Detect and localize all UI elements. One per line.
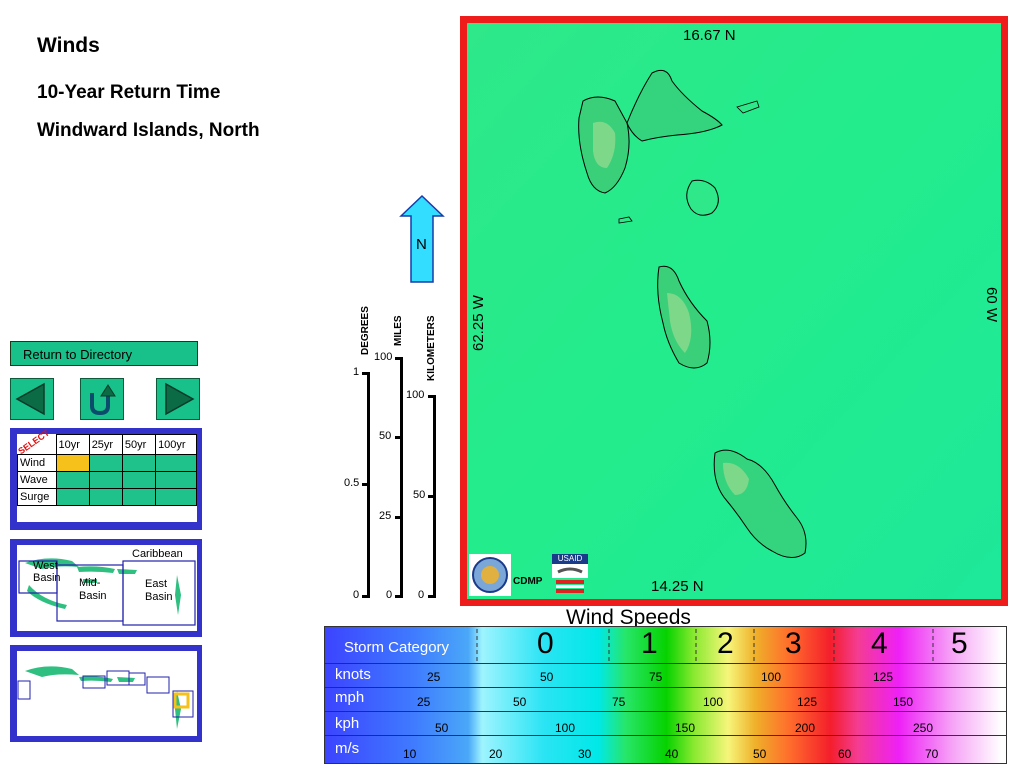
kph-label: kph (335, 715, 360, 732)
miles-tick-25: 25 (379, 510, 392, 522)
ms-label: m/s (335, 740, 360, 757)
location-map[interactable] (17, 651, 197, 736)
miles-tick-50: 50 (379, 430, 392, 442)
right-triangle-icon (165, 382, 195, 416)
cell-wind-25yr[interactable] (88, 454, 123, 472)
mph-25: 25 (417, 695, 431, 709)
region-subtitle: Windward Islands, North (37, 120, 260, 141)
right-longitude-label: 60 W (983, 287, 1000, 323)
mid-basin-label: Mid-Basin (79, 577, 107, 602)
ms-20: 20 (489, 747, 503, 761)
mph-125: 125 (797, 695, 818, 709)
kilometers-scale-label: KILOMETERS (426, 315, 437, 381)
left-triangle-icon (15, 382, 45, 416)
previous-button[interactable] (10, 378, 54, 420)
next-button[interactable] (156, 378, 200, 420)
u-turn-arrow-icon (90, 384, 116, 416)
miles-scale-label: MILES (393, 315, 404, 346)
row-label-wave: Wave (17, 471, 57, 489)
wind-speed-legend: Storm Category 0 1 2 3 4 5 knots 25 50 7… (324, 626, 1007, 764)
mph-50: 50 (513, 695, 527, 709)
page-title: Winds (37, 34, 100, 57)
degrees-tick-0: 0 (353, 589, 360, 601)
kph-200: 200 (795, 721, 816, 735)
basin-map-panel: Caribbean West Basin Mid-Basin East Basi… (10, 539, 202, 637)
usaid-logo: USAID (552, 554, 588, 596)
cdmp-label: CDMP (513, 576, 543, 587)
return-time-subtitle: 10-Year Return Time (37, 82, 221, 103)
hazard-selector-panel: SELECT 10yr 25yr 50yr 100yr Wind Wave Su… (10, 427, 202, 530)
ms-row: m/s 10 20 30 40 50 60 70 (325, 737, 1006, 761)
cell-surge-100yr[interactable] (155, 488, 197, 506)
left-longitude-label: 62.25 W (470, 295, 487, 351)
row-label-surge: Surge (17, 488, 57, 506)
cell-wind-50yr[interactable] (121, 454, 157, 472)
knots-50: 50 (540, 670, 554, 684)
row-label-wind: Wind (17, 454, 57, 472)
map-frame: 16.67 N 14.25 N 62.25 W 60 W CDMP USAID (460, 16, 1008, 606)
cell-surge-50yr[interactable] (121, 488, 157, 506)
kph-250: 250 (913, 721, 934, 735)
knots-25: 25 (427, 670, 441, 684)
wind-map[interactable]: 16.67 N 14.25 N 62.25 W 60 W CDMP USAID (467, 23, 1001, 599)
cell-wave-25yr[interactable] (88, 471, 123, 489)
cell-wind-100yr[interactable] (155, 454, 197, 472)
column-header-25yr: 25yr (88, 434, 123, 455)
ms-50: 50 (753, 747, 767, 761)
ms-70: 70 (925, 747, 939, 761)
ms-40: 40 (665, 747, 679, 761)
degrees-tick-0-5: 0.5 (344, 477, 360, 489)
mph-150: 150 (893, 695, 914, 709)
km-tick-50: 50 (413, 489, 426, 501)
miles-tick-100: 100 (374, 351, 393, 363)
column-header-10yr: 10yr (55, 434, 90, 455)
north-label: N (416, 236, 427, 253)
kph-row: kph 50 100 150 200 250 (325, 711, 1006, 736)
bottom-latitude-label: 14.25 N (651, 578, 704, 595)
top-latitude-label: 16.67 N (683, 27, 736, 44)
ms-10: 10 (403, 747, 417, 761)
km-tick-100: 100 (406, 389, 425, 401)
knots-100: 100 (761, 670, 782, 684)
home-button[interactable] (80, 378, 124, 420)
ms-60: 60 (838, 747, 852, 761)
column-header-50yr: 50yr (121, 434, 157, 455)
return-to-directory-button[interactable]: Return to Directory (10, 341, 198, 366)
kph-50: 50 (435, 721, 449, 735)
ms-30: 30 (578, 747, 592, 761)
degrees-tick-1: 1 (353, 366, 360, 378)
west-basin-label: West Basin (33, 560, 61, 584)
select-label: SELECT (15, 427, 51, 456)
cell-wave-50yr[interactable] (121, 471, 157, 489)
east-basin-label: East Basin (145, 578, 173, 603)
kph-100: 100 (555, 721, 576, 735)
knots-row: knots 25 50 75 100 125 (325, 663, 1006, 688)
kph-150: 150 (675, 721, 696, 735)
caribbean-label: Caribbean (132, 548, 183, 560)
oas-logo (469, 554, 511, 596)
degrees-scale-label: DEGREES (360, 306, 371, 355)
cell-wave-100yr[interactable] (155, 471, 197, 489)
miles-scale-bar (400, 357, 403, 597)
storm-category-row: Storm Category 0 1 2 3 4 5 (325, 627, 1006, 664)
mph-100: 100 (703, 695, 724, 709)
km-tick-0: 0 (418, 589, 425, 601)
cell-surge-10yr[interactable] (55, 488, 90, 506)
cell-wind-10yr[interactable] (55, 454, 90, 472)
mph-row: mph 25 50 75 100 125 150 (325, 687, 1006, 712)
knots-125: 125 (873, 670, 894, 684)
mph-label: mph (335, 689, 365, 706)
miles-tick-0: 0 (386, 589, 393, 601)
column-header-100yr: 100yr (155, 434, 197, 455)
mph-75: 75 (612, 695, 626, 709)
cell-wave-10yr[interactable] (55, 471, 90, 489)
location-map-panel (10, 645, 202, 742)
knots-label: knots (335, 666, 371, 683)
knots-75: 75 (649, 670, 663, 684)
cell-surge-25yr[interactable] (88, 488, 123, 506)
